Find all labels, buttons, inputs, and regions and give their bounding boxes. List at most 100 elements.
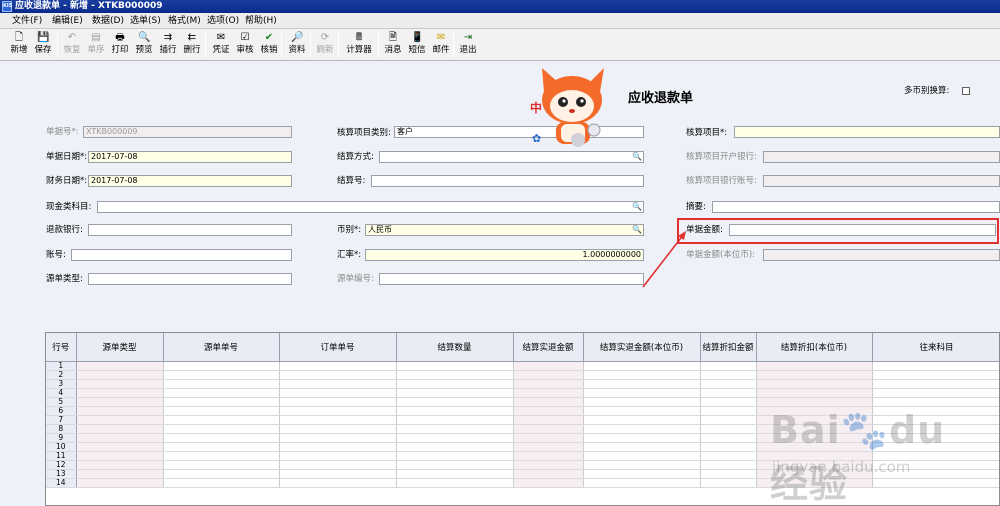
grid-cell[interactable]: [700, 469, 757, 479]
grid-cell[interactable]: [76, 442, 164, 452]
grid-cell[interactable]: [163, 379, 280, 389]
settle-no-field[interactable]: [371, 175, 644, 187]
grid-cell[interactable]: [396, 388, 514, 398]
grid-cell[interactable]: [583, 424, 701, 434]
grid-cell[interactable]: [583, 379, 701, 389]
grid-cell[interactable]: [396, 361, 514, 371]
grid-cell[interactable]: [513, 379, 584, 389]
grid-cell[interactable]: [279, 442, 397, 452]
column-header[interactable]: 往来科目: [872, 333, 999, 362]
grid-cell[interactable]: [279, 361, 397, 371]
grid-cell[interactable]: [872, 379, 999, 389]
grid-cell[interactable]: [513, 406, 584, 416]
grid-cell[interactable]: [279, 406, 397, 416]
grid-cell[interactable]: [396, 433, 514, 443]
grid-cell[interactable]: [513, 469, 584, 479]
grid-cell[interactable]: [700, 460, 757, 470]
cash-account-field[interactable]: 🔍: [97, 201, 644, 213]
grid-cell[interactable]: [513, 424, 584, 434]
grid-cell[interactable]: [279, 397, 397, 407]
grid-cell[interactable]: [396, 460, 514, 470]
grid-cell[interactable]: [583, 433, 701, 443]
grid-cell[interactable]: [583, 406, 701, 416]
grid-cell[interactable]: [163, 388, 280, 398]
grid-cell[interactable]: [872, 370, 999, 380]
save-button[interactable]: 💾 保存: [31, 31, 55, 59]
lookup-icon[interactable]: 🔍: [632, 202, 642, 212]
grid-cell[interactable]: [700, 478, 757, 488]
grid-cell[interactable]: [396, 406, 514, 416]
grid-cell[interactable]: [76, 478, 164, 488]
source-no-field[interactable]: [379, 273, 644, 285]
menu-file[interactable]: 文件(F): [12, 15, 42, 27]
column-header[interactable]: 结算实退金额: [513, 333, 584, 362]
refund-bank-field[interactable]: [88, 224, 292, 236]
grid-cell[interactable]: [76, 415, 164, 425]
column-header[interactable]: 结算折扣(本位币): [756, 333, 873, 362]
grid-cell[interactable]: [396, 397, 514, 407]
grid-cell[interactable]: [163, 460, 280, 470]
grid-cell[interactable]: [396, 442, 514, 452]
grid-cell[interactable]: [163, 361, 280, 371]
lookup-icon[interactable]: 🔍: [632, 225, 642, 235]
table-row[interactable]: 3: [46, 379, 999, 389]
column-header[interactable]: 行号: [46, 333, 77, 362]
grid-cell[interactable]: [279, 460, 397, 470]
grid-cell[interactable]: [396, 370, 514, 380]
grid-cell[interactable]: [279, 415, 397, 425]
grid-cell[interactable]: [756, 379, 873, 389]
grid-cell[interactable]: [76, 460, 164, 470]
grid-cell[interactable]: [163, 370, 280, 380]
grid-cell[interactable]: [279, 451, 397, 461]
grid-cell[interactable]: [513, 442, 584, 452]
grid-cell[interactable]: [700, 370, 757, 380]
grid-cell[interactable]: [396, 451, 514, 461]
column-header[interactable]: 结算实退金额(本位币): [583, 333, 701, 362]
grid-cell[interactable]: [163, 478, 280, 488]
grid-cell[interactable]: [76, 433, 164, 443]
bill-date-field[interactable]: 2017-07-08: [88, 151, 292, 163]
grid-cell[interactable]: [396, 424, 514, 434]
grid-cell[interactable]: [279, 433, 397, 443]
grid-cell[interactable]: [279, 424, 397, 434]
column-header[interactable]: 结算数量: [396, 333, 514, 362]
grid-cell[interactable]: [279, 478, 397, 488]
item-field[interactable]: [734, 126, 1000, 138]
delete-row-button[interactable]: ⇇ 删行: [180, 31, 204, 59]
multi-currency-checkbox[interactable]: [962, 87, 970, 95]
grid-cell[interactable]: [583, 370, 701, 380]
grid-cell[interactable]: [76, 397, 164, 407]
grid-cell[interactable]: [700, 406, 757, 416]
grid-cell[interactable]: [700, 451, 757, 461]
grid-cell[interactable]: [163, 397, 280, 407]
grid-cell[interactable]: [76, 469, 164, 479]
grid-cell[interactable]: [76, 451, 164, 461]
grid-cell[interactable]: [513, 361, 584, 371]
grid-cell[interactable]: [872, 388, 999, 398]
grid-cell[interactable]: [513, 451, 584, 461]
grid-cell[interactable]: [76, 370, 164, 380]
grid-cell[interactable]: [700, 442, 757, 452]
grid-cell[interactable]: [76, 388, 164, 398]
grid-cell[interactable]: [163, 406, 280, 416]
grid-cell[interactable]: [756, 370, 873, 380]
grid-cell[interactable]: [163, 433, 280, 443]
grid-cell[interactable]: [76, 406, 164, 416]
menu-select[interactable]: 选单(S): [130, 15, 161, 27]
grid-cell[interactable]: [583, 397, 701, 407]
grid-cell[interactable]: [163, 442, 280, 452]
grid-cell[interactable]: [700, 397, 757, 407]
grid-cell[interactable]: [163, 469, 280, 479]
grid-cell[interactable]: [76, 361, 164, 371]
grid-cell[interactable]: [700, 424, 757, 434]
grid-cell[interactable]: [513, 415, 584, 425]
table-row[interactable]: 1: [46, 361, 999, 371]
lookup-icon[interactable]: 🔍: [632, 152, 642, 162]
grid-cell[interactable]: [513, 370, 584, 380]
grid-cell[interactable]: [756, 388, 873, 398]
grid-cell[interactable]: [396, 469, 514, 479]
grid-cell[interactable]: [700, 415, 757, 425]
grid-cell[interactable]: [583, 469, 701, 479]
refresh-button[interactable]: ⟳ 刷新: [313, 31, 337, 59]
column-header[interactable]: 源单类型: [76, 333, 164, 362]
